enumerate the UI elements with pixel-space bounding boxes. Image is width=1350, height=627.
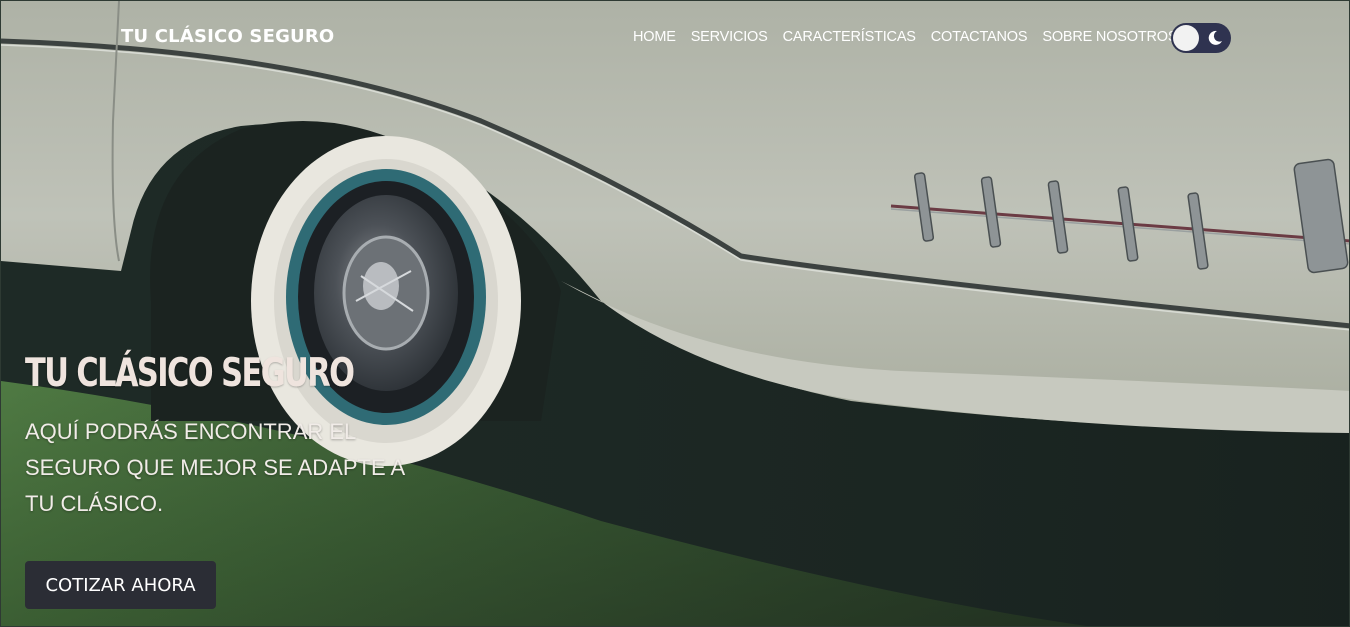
nav-menu: HOME SERVICIOS CARACTERÍSTICAS COTACTANO… xyxy=(633,29,1178,45)
hero-content: TU CLÁSICO SEGURO AQUÍ PODRÁS ENCONTRAR … xyxy=(25,351,425,522)
toggle-knob xyxy=(1173,25,1199,51)
nav-link-sobre-nosotros[interactable]: SOBRE NOSOTROS xyxy=(1042,29,1177,45)
hero-background-image xyxy=(1,1,1349,626)
hero-title: TU CLÁSICO SEGURO xyxy=(25,351,355,396)
brand-logo[interactable]: TU CLÁSICO SEGURO xyxy=(121,26,334,47)
nav-link-caracteristicas[interactable]: CARACTERÍSTICAS xyxy=(783,29,916,45)
hero-section: TU CLÁSICO SEGURO HOME SERVICIOS CARACTE… xyxy=(0,0,1350,627)
theme-toggle[interactable] xyxy=(1171,23,1231,53)
hero-subtitle: AQUÍ PODRÁS ENCONTRAR EL SEGURO QUE MEJO… xyxy=(25,419,404,516)
nav-link-servicios[interactable]: SERVICIOS xyxy=(691,29,768,45)
nav-link-home[interactable]: HOME xyxy=(633,29,676,45)
navbar: TU CLÁSICO SEGURO HOME SERVICIOS CARACTE… xyxy=(1,1,1349,75)
cotizar-ahora-button[interactable]: COTIZAR AHORA xyxy=(25,561,216,609)
nav-link-contactanos[interactable]: COTACTANOS xyxy=(931,29,1028,45)
moon-icon xyxy=(1208,30,1222,45)
